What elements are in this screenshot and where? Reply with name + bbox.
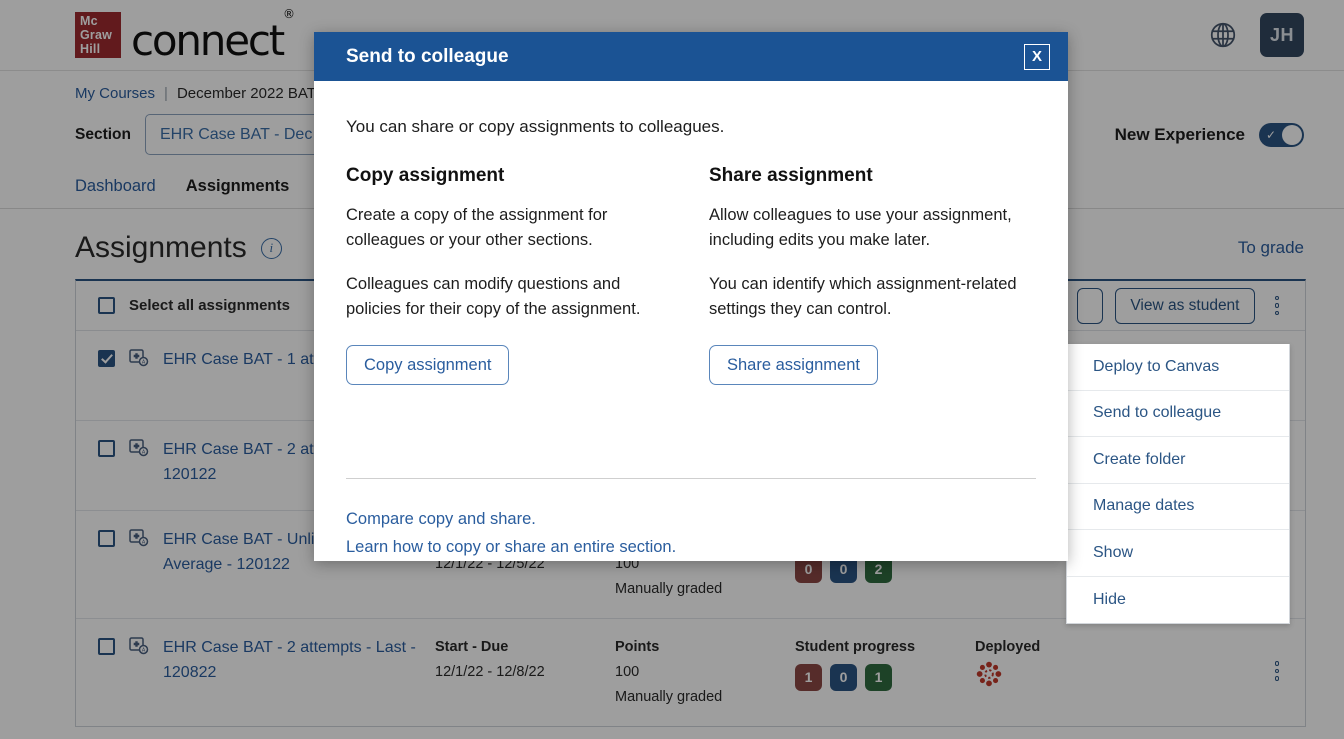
assignments-actions-dropdown: Deploy to Canvas Send to colleague Creat… — [1066, 344, 1290, 624]
modal-body: You can share or copy assignments to col… — [314, 81, 1068, 450]
modal-title: Send to colleague — [346, 45, 509, 67]
copy-assignment-para-2: Colleagues can modify questions and poli… — [346, 275, 641, 318]
share-assignment-button[interactable]: Share assignment — [709, 345, 878, 385]
menu-item-create-folder[interactable]: Create folder — [1067, 437, 1289, 484]
share-assignment-heading: Share assignment — [709, 165, 873, 186]
modal-lead-text: You can share or copy assignments to col… — [346, 117, 725, 136]
learn-how-to-copy-or-share-link[interactable]: Learn how to copy or share an entire sec… — [346, 533, 1036, 561]
share-assignment-para-2: You can identify which assignment-relate… — [709, 275, 1017, 318]
copy-assignment-heading: Copy assignment — [346, 165, 505, 186]
share-assignment-column: Share assignment Allow colleagues to use… — [709, 165, 1036, 385]
compare-copy-and-share-link[interactable]: Compare copy and share. — [346, 505, 1036, 533]
menu-item-hide[interactable]: Hide — [1067, 577, 1289, 624]
menu-item-send-to-colleague[interactable]: Send to colleague — [1067, 391, 1289, 437]
copy-assignment-column: Copy assignment Create a copy of the ass… — [346, 165, 673, 385]
modal-header: Send to colleague X — [314, 32, 1068, 81]
copy-assignment-para-1: Create a copy of the assignment for coll… — [346, 206, 608, 249]
send-to-colleague-modal: Send to colleague X You can share or cop… — [314, 32, 1068, 561]
menu-item-manage-dates[interactable]: Manage dates — [1067, 484, 1289, 530]
menu-item-show[interactable]: Show — [1067, 530, 1289, 577]
menu-item-deploy-to-canvas[interactable]: Deploy to Canvas — [1067, 344, 1289, 391]
close-icon[interactable]: X — [1024, 43, 1050, 70]
share-assignment-para-1: Allow colleagues to use your assignment,… — [709, 206, 1012, 249]
modal-links: Compare copy and share. Learn how to cop… — [314, 479, 1068, 561]
modal-columns: Copy assignment Create a copy of the ass… — [346, 165, 1036, 385]
copy-assignment-button[interactable]: Copy assignment — [346, 345, 510, 385]
